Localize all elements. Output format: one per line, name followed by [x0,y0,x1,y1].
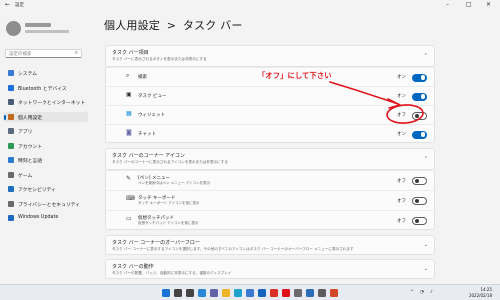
start-icon[interactable] [162,289,170,297]
settings-icon[interactable] [294,289,302,297]
widgets-icon[interactable] [198,289,206,297]
tray-chevron-icon[interactable]: ^ [410,290,414,295]
windows-taskbar: ^ ◔ ♪ 14:25 2022/02/18 [0,284,500,300]
store-icon[interactable] [246,289,254,297]
file-explorer-icon[interactable] [222,289,230,297]
chat-icon[interactable] [210,289,218,297]
edge-icon[interactable] [234,289,242,297]
mail-icon[interactable] [258,289,266,297]
media-icon[interactable] [330,289,338,297]
search-icon[interactable] [174,289,182,297]
wifi-icon[interactable]: ◔ [420,290,424,295]
calculator-icon[interactable] [318,289,326,297]
chrome-icon[interactable] [270,289,278,297]
yahoo-icon[interactable] [282,289,290,297]
clock[interactable]: 14:25 2022/02/18 [469,287,492,298]
annotation-marks [329,81,424,124]
task-view-icon[interactable] [186,289,194,297]
annotation-arrow-line [329,81,399,105]
volume-icon[interactable]: ♪ [430,290,433,295]
photos-icon[interactable] [306,289,314,297]
clock-date: 2022/02/18 [468,292,492,298]
